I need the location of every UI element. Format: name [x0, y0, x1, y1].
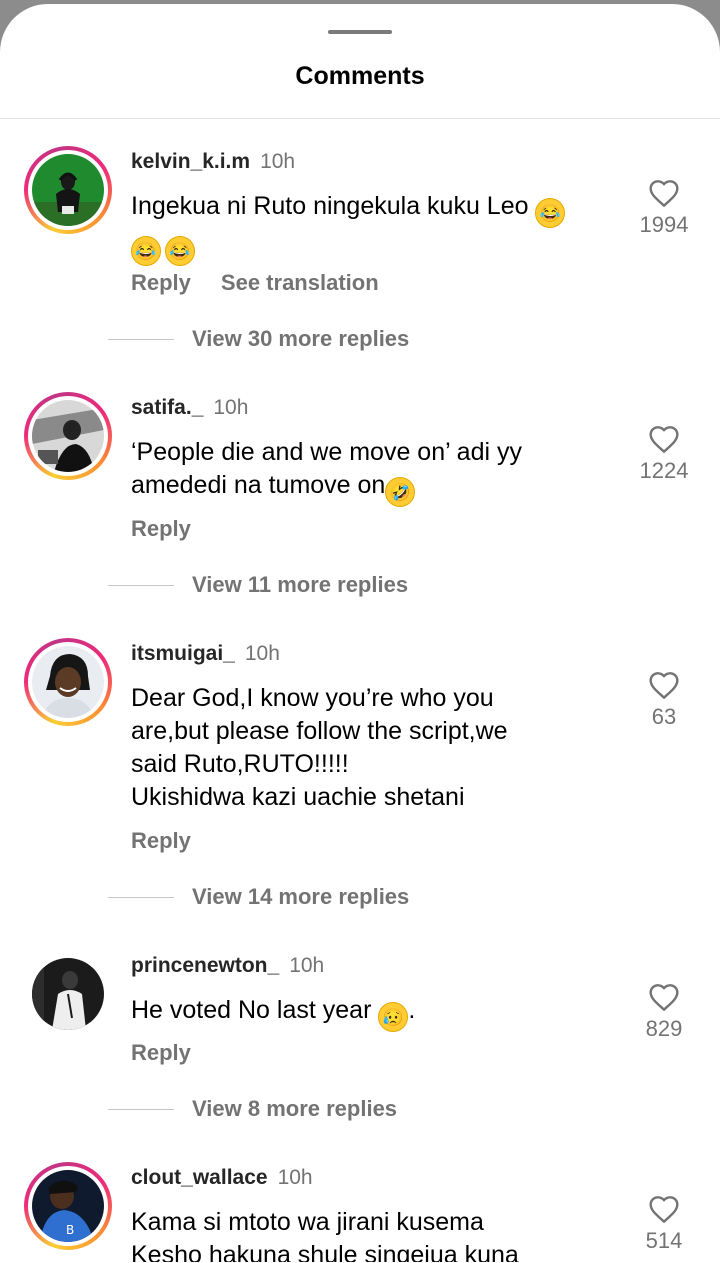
sad-emoji-icon: 😥 — [378, 1002, 409, 1032]
like-count: 829 — [645, 1016, 683, 1041]
view-replies-button[interactable]: View 14 more replies — [108, 884, 409, 910]
drag-handle[interactable] — [328, 30, 392, 34]
avatar — [32, 154, 104, 226]
like-control: 829 — [634, 982, 694, 1042]
like-count: 63 — [651, 704, 677, 729]
replies-divider-line — [108, 338, 174, 340]
header-divider — [0, 118, 720, 119]
avatar — [32, 958, 104, 1030]
comment-time: 10h — [213, 396, 249, 419]
comment-time: 10h — [289, 954, 325, 977]
heart-outline-icon[interactable] — [648, 1194, 680, 1224]
comment-text: ‘People die and we move on’ adi yy amede… — [131, 436, 621, 507]
replies-divider-line — [108, 1108, 174, 1110]
comment-username[interactable]: kelvin_k.i.m — [131, 150, 250, 173]
like-control: 514 — [634, 1194, 694, 1254]
avatar-container[interactable] — [24, 950, 112, 1038]
comment-text: Dear God,I know you’re who you are,but p… — [131, 684, 508, 811]
replies-divider-line — [108, 584, 174, 586]
heart-outline-icon[interactable] — [648, 982, 680, 1012]
comment-username[interactable]: clout_wallace — [131, 1166, 268, 1189]
avatar-story-ring[interactable] — [24, 638, 112, 726]
view-replies-button[interactable]: View 8 more replies — [108, 1096, 397, 1122]
heart-outline-icon[interactable] — [648, 670, 680, 700]
like-count: 1994 — [639, 212, 689, 237]
svg-text:B: B — [66, 1223, 74, 1237]
see-translation-button[interactable]: See translation — [221, 270, 379, 295]
reply-button[interactable]: Reply — [131, 828, 191, 853]
view-replies-button[interactable]: View 30 more replies — [108, 326, 409, 352]
avatar: B — [32, 1170, 104, 1242]
like-control: 63 — [634, 670, 694, 730]
view-replies-button[interactable]: View 11 more replies — [108, 572, 408, 598]
comment-time: 10h — [244, 642, 280, 665]
comment-username[interactable]: itsmuigai_ — [131, 642, 235, 665]
comment-time: 10h — [277, 1166, 313, 1189]
comment-username[interactable]: princenewton_ — [131, 954, 279, 977]
heart-outline-icon[interactable] — [648, 178, 680, 208]
rofl-emoji-icon: 🤣 — [385, 477, 416, 507]
avatar — [32, 400, 104, 472]
replies-divider-line — [108, 896, 174, 898]
laugh-emoji-icon: 😂 — [535, 198, 566, 228]
comment-username[interactable]: satifa._ — [131, 396, 203, 419]
view-replies-label: View 8 more replies — [192, 1096, 398, 1121]
avatar — [32, 646, 104, 718]
like-count: 1224 — [639, 458, 689, 483]
view-replies-label: View 14 more replies — [192, 884, 410, 909]
reply-button[interactable]: Reply — [131, 1040, 191, 1065]
reply-button[interactable]: Reply — [131, 270, 191, 295]
comment-text: He voted No last year 😥. — [131, 994, 621, 1032]
view-replies-label: View 30 more replies — [192, 326, 410, 351]
avatar-story-ring[interactable] — [24, 392, 112, 480]
avatar-story-ring[interactable]: B — [24, 1162, 112, 1250]
avatar-story-ring[interactable] — [24, 146, 112, 234]
view-replies-label: View 11 more replies — [192, 572, 409, 597]
heart-outline-icon[interactable] — [648, 424, 680, 454]
sheet-title: Comments — [295, 62, 425, 90]
like-control: 1994 — [634, 178, 694, 238]
reply-button[interactable]: Reply — [131, 516, 191, 541]
laugh-emoji-icon: 😂 — [131, 236, 161, 266]
like-count: 514 — [645, 1228, 683, 1253]
like-control: 1224 — [634, 424, 694, 484]
comment-time: 10h — [260, 150, 296, 173]
comment-text: Kama si mtoto wa jirani kusema Kesho hak… — [131, 1208, 519, 1263]
laugh-emoji-icon: 😂 — [165, 236, 195, 266]
comment-text: Ingekua ni Ruto ningekula kuku Leo 😂 😂 😂 — [131, 190, 621, 266]
comments-sheet: Comments kelvin_k.i.m 10h Ingekua ni Rut… — [0, 4, 720, 1263]
